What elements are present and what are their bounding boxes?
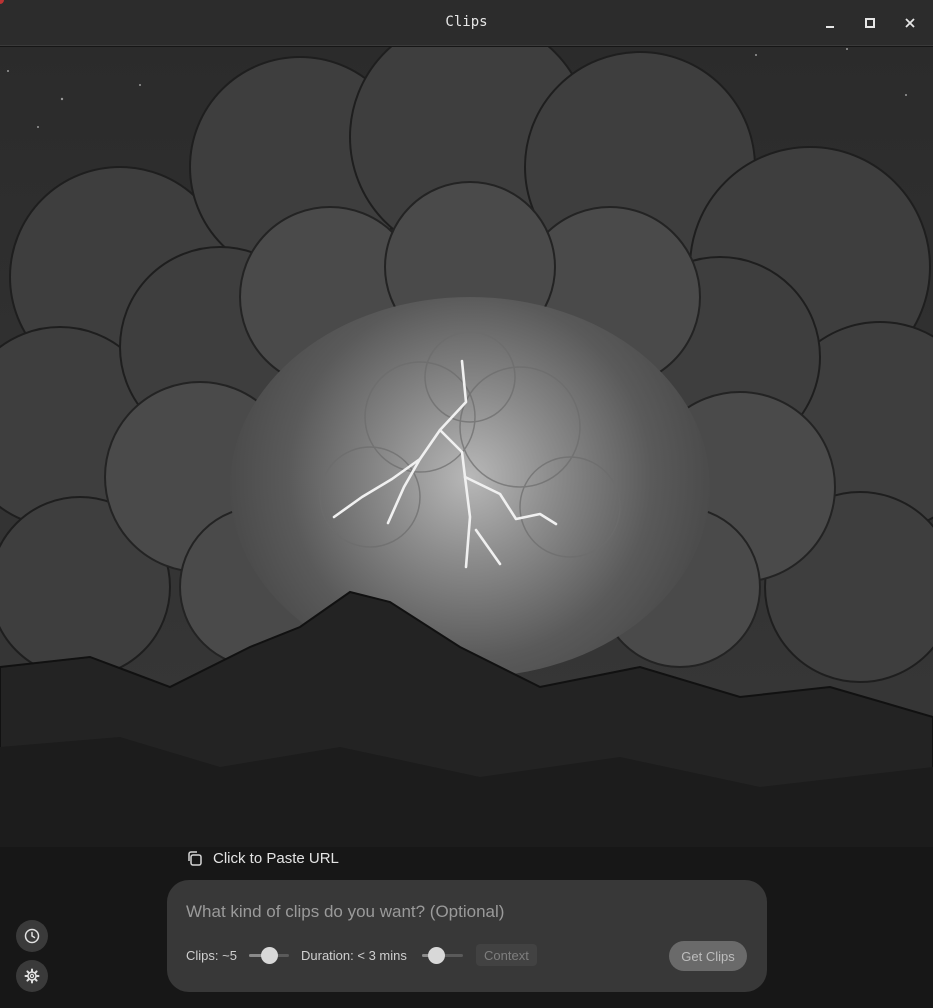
maximize-button[interactable] [860, 13, 880, 33]
context-button[interactable]: Context [476, 944, 537, 966]
clips-count-label: Clips: ~5 [186, 948, 237, 963]
close-icon [905, 18, 915, 28]
title-bar: Clips [0, 0, 933, 46]
settings-button[interactable] [16, 960, 48, 992]
duration-slider[interactable] [422, 946, 463, 964]
maximize-icon [865, 18, 875, 28]
clock-icon [24, 928, 40, 944]
minimize-button[interactable] [820, 13, 840, 33]
background-illustration [0, 47, 933, 1008]
get-clips-button[interactable]: Get Clips [669, 941, 747, 971]
prompt-panel: Clips: ~5 Duration: < 3 mins Context Get… [167, 880, 767, 992]
gear-icon [24, 968, 40, 984]
paste-url-label: Click to Paste URL [213, 849, 339, 867]
paste-url-button[interactable]: Click to Paste URL [186, 847, 339, 869]
copy-icon [188, 850, 202, 866]
clips-count-slider[interactable] [249, 946, 289, 964]
duration-label: Duration: < 3 mins [301, 948, 407, 963]
clips-prompt-input[interactable] [186, 900, 746, 924]
minimize-icon [826, 26, 834, 28]
window-title: Clips [445, 14, 488, 30]
history-button[interactable] [16, 920, 48, 952]
slider-knob[interactable] [428, 947, 445, 964]
close-button[interactable] [900, 13, 920, 33]
corner-marker [0, 0, 4, 4]
slider-knob[interactable] [261, 947, 278, 964]
